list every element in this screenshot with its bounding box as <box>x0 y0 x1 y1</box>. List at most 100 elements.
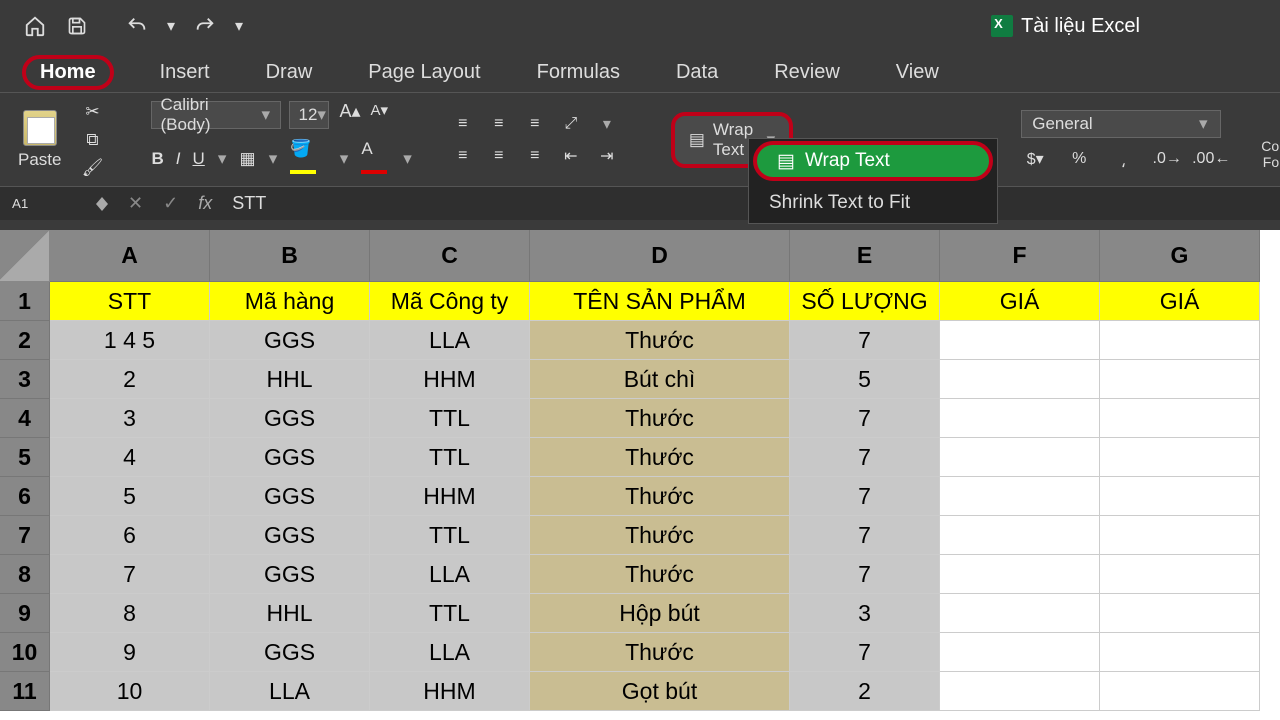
cell[interactable]: GGS <box>210 555 370 594</box>
cell[interactable]: SỐ LƯỢNG <box>790 282 940 321</box>
col-header-A[interactable]: A <box>50 230 210 282</box>
cell[interactable]: LLA <box>370 555 530 594</box>
cell[interactable]: HHM <box>370 360 530 399</box>
cell[interactable]: Thước <box>530 321 790 360</box>
cell[interactable]: Thước <box>530 633 790 672</box>
format-painter-icon[interactable]: 🖌 <box>81 157 103 179</box>
cell[interactable]: 3 <box>790 594 940 633</box>
align-bottom-icon[interactable]: ≡ <box>521 113 549 135</box>
cell[interactable]: Thước <box>530 399 790 438</box>
cell[interactable] <box>1100 360 1260 399</box>
cell[interactable] <box>940 555 1100 594</box>
cell[interactable]: 7 <box>790 516 940 555</box>
chevron-down-icon[interactable]: ▾ <box>164 11 178 41</box>
cell[interactable]: GGS <box>210 438 370 477</box>
cell[interactable] <box>940 672 1100 711</box>
col-header-E[interactable]: E <box>790 230 940 282</box>
row-header-5[interactable]: 5 <box>0 438 50 477</box>
copy-icon[interactable]: ⧉ <box>81 129 103 151</box>
row-header-1[interactable]: 1 <box>0 282 50 321</box>
row-header-11[interactable]: 11 <box>0 672 50 711</box>
cancel-icon[interactable]: ✕ <box>128 193 143 214</box>
fill-color-button[interactable]: 🪣 <box>290 139 326 179</box>
cell[interactable]: 7 <box>790 438 940 477</box>
select-all-corner[interactable] <box>0 230 50 282</box>
menu-shrink-to-fit[interactable]: Shrink Text to Fit <box>749 183 997 223</box>
cell[interactable] <box>1100 672 1260 711</box>
cell[interactable]: HHL <box>210 594 370 633</box>
cell[interactable]: Mã Công ty <box>370 282 530 321</box>
bold-button[interactable]: B <box>151 149 163 169</box>
number-format-select[interactable]: General▾ <box>1021 110 1221 138</box>
cell[interactable]: Thước <box>530 438 790 477</box>
row-header-8[interactable]: 8 <box>0 555 50 594</box>
cell[interactable]: LLA <box>370 321 530 360</box>
cell[interactable]: STT <box>50 282 210 321</box>
underline-button[interactable]: U <box>193 149 205 169</box>
comma-icon[interactable]: ⸲ <box>1109 148 1137 170</box>
cell[interactable]: 4 <box>50 438 210 477</box>
row-header-9[interactable]: 9 <box>0 594 50 633</box>
decrease-decimal-icon[interactable]: .00← <box>1197 148 1225 170</box>
tab-formulas[interactable]: Formulas <box>527 57 630 88</box>
cell[interactable] <box>940 321 1100 360</box>
cell[interactable]: HHL <box>210 360 370 399</box>
cell[interactable] <box>1100 477 1260 516</box>
paste-button[interactable]: Paste <box>18 110 61 170</box>
cell[interactable]: GIÁ <box>1100 282 1260 321</box>
name-box[interactable] <box>6 196 96 211</box>
cell[interactable]: 5 <box>50 477 210 516</box>
cell[interactable]: Thước <box>530 516 790 555</box>
cell[interactable] <box>1100 399 1260 438</box>
cell[interactable]: 7 <box>790 321 940 360</box>
increase-indent-icon[interactable]: ⇥ <box>593 145 621 167</box>
confirm-icon[interactable]: ✓ <box>163 193 178 214</box>
align-middle-icon[interactable]: ≡ <box>485 113 513 135</box>
cell[interactable]: 2 <box>50 360 210 399</box>
tab-page-layout[interactable]: Page Layout <box>358 57 490 88</box>
cell[interactable] <box>940 633 1100 672</box>
cell[interactable]: 3 <box>50 399 210 438</box>
cell[interactable]: HHM <box>370 672 530 711</box>
cell[interactable] <box>940 399 1100 438</box>
row-header-10[interactable]: 10 <box>0 633 50 672</box>
cell[interactable] <box>1100 633 1260 672</box>
currency-icon[interactable]: $▾ <box>1021 148 1049 170</box>
cell[interactable]: GGS <box>210 477 370 516</box>
cell[interactable]: TTL <box>370 516 530 555</box>
redo-icon[interactable] <box>190 11 220 41</box>
col-header-G[interactable]: G <box>1100 230 1260 282</box>
align-left-icon[interactable]: ≡ <box>449 145 477 167</box>
cell[interactable] <box>1100 555 1260 594</box>
tab-view[interactable]: View <box>886 57 949 88</box>
row-header-3[interactable]: 3 <box>0 360 50 399</box>
cell[interactable]: 7 <box>790 633 940 672</box>
increase-decimal-icon[interactable]: .0→ <box>1153 148 1181 170</box>
cell[interactable]: 10 <box>50 672 210 711</box>
tab-draw[interactable]: Draw <box>256 57 323 88</box>
cell[interactable]: GGS <box>210 516 370 555</box>
row-header-4[interactable]: 4 <box>0 399 50 438</box>
formula-input[interactable]: STT <box>232 193 266 214</box>
col-header-C[interactable]: C <box>370 230 530 282</box>
cell[interactable]: TTL <box>370 594 530 633</box>
fx-icon[interactable]: fx <box>198 193 212 214</box>
cell[interactable]: Bút chì <box>530 360 790 399</box>
save-icon[interactable] <box>62 11 92 41</box>
decrease-indent-icon[interactable]: ⇤ <box>557 145 585 167</box>
cell[interactable] <box>1100 321 1260 360</box>
spreadsheet-grid[interactable]: ABCDEFG 1234567891011 STTMã hàngMã Công … <box>0 230 1280 720</box>
cell[interactable] <box>940 516 1100 555</box>
col-header-F[interactable]: F <box>940 230 1100 282</box>
decrease-font-icon[interactable]: A▾ <box>371 101 389 129</box>
home-icon[interactable] <box>20 11 50 41</box>
cell[interactable]: Thước <box>530 477 790 516</box>
cell[interactable]: GGS <box>210 321 370 360</box>
tab-data[interactable]: Data <box>666 57 728 88</box>
align-top-icon[interactable]: ≡ <box>449 113 477 135</box>
cell[interactable]: HHM <box>370 477 530 516</box>
col-header-D[interactable]: D <box>530 230 790 282</box>
border-button[interactable]: ▦ <box>240 149 256 169</box>
percent-icon[interactable]: % <box>1065 148 1093 170</box>
cell[interactable]: 8 <box>50 594 210 633</box>
